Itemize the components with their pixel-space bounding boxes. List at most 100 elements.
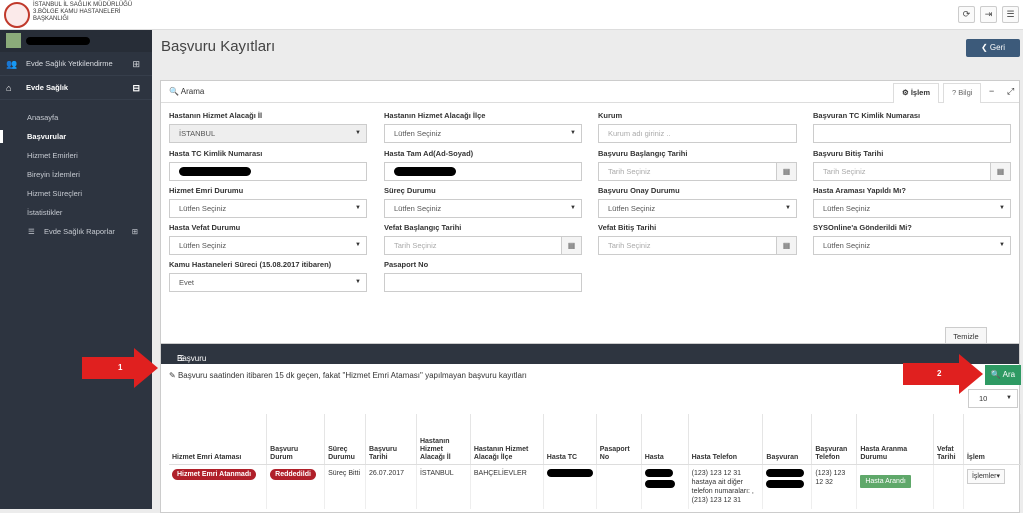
user-bar: [0, 30, 152, 52]
calendar-icon[interactable]: ▦: [776, 163, 796, 180]
date-vefat-bit[interactable]: Tarih Seçiniz ▦: [598, 236, 797, 255]
top-bar: İSTANBUL İL SAĞLIK MÜDÜRLÜĞÜ 3.BÖLGE KAM…: [0, 0, 1023, 30]
col-header[interactable]: Hastanın Hizmet Alacağı İlçe: [470, 414, 544, 465]
annotation-number: 1: [118, 363, 123, 372]
date-bas-baslangic[interactable]: Tarih Seçiniz ▦: [598, 162, 797, 181]
org-line-1: İSTANBUL İL SAĞLIK MÜDÜRLÜĞÜ: [33, 2, 133, 8]
collapse-icon[interactable]: ⊟: [132, 76, 140, 100]
sidebar-item-hizmet-emirleri[interactable]: Hizmet Emirleri: [0, 146, 152, 165]
cell-hasta-tc: [543, 464, 597, 509]
expand-icon[interactable]: ⊞: [132, 222, 138, 241]
sidebar-item-anasayfa[interactable]: Anasayfa: [0, 108, 152, 127]
menu-icon[interactable]: ☰: [1002, 6, 1019, 23]
sidebar-item-bireyin-izlemleri[interactable]: Bireyin İzlemleri: [0, 165, 152, 184]
operations-dropdown[interactable]: İşlemler▾: [966, 468, 1006, 484]
select-aranma[interactable]: Lütfen Seçiniz ▼: [813, 199, 1011, 218]
col-header[interactable]: Başvuru Tarihi: [365, 414, 417, 465]
status-badge: Hasta Arandı: [860, 474, 911, 488]
calendar-icon[interactable]: ▦: [776, 237, 796, 254]
col-header[interactable]: Başvuru Durum: [266, 414, 326, 465]
input-basvuran-tc[interactable]: [813, 124, 1011, 143]
logout-icon[interactable]: ⇥: [980, 6, 997, 23]
search-button[interactable]: 🔍 Ara: [985, 365, 1021, 385]
caret-down-icon: ▼: [570, 205, 576, 211]
label-bas-bitis: Başvuru Bitiş Tarihi: [813, 149, 884, 158]
label-kamu-text: Kamu Hastaneleri Süreci: [169, 260, 258, 269]
refresh-icon[interactable]: ⟳: [958, 6, 975, 23]
col-header[interactable]: Pasaport No: [596, 414, 642, 465]
select-value: Lütfen Seçiniz: [179, 204, 227, 213]
page-size-value: 10: [979, 394, 988, 403]
cell-vefat: [933, 464, 964, 509]
records-notice: ✎ Başvuru saatinden itibaren 15 dk geçen…: [169, 371, 527, 380]
notice-text: Başvuru saatinden itibaren 15 dk geçen, …: [177, 371, 527, 380]
col-header[interactable]: Başvuran: [762, 414, 813, 465]
tab-islem[interactable]: ⚙ İşlem: [893, 83, 939, 103]
avatar: [6, 33, 21, 48]
col-header[interactable]: Hasta: [641, 414, 689, 465]
cell-surec: Süreç Bitti: [324, 464, 367, 509]
tab-bilgi[interactable]: ? Bilgi: [943, 83, 982, 103]
label-hizmet-emri: Hizmet Emri Durumu: [169, 186, 244, 195]
edit-icon: ✎: [169, 371, 178, 380]
label-hasta-tc: Hasta TC Kimlik Numarası: [169, 149, 263, 158]
caret-down-icon: ▼: [570, 130, 576, 136]
select-il[interactable]: İSTANBUL ▼: [169, 124, 367, 143]
calendar-icon[interactable]: ▦: [990, 163, 1010, 180]
search-button-label: Ara: [1002, 370, 1016, 379]
select-kamu[interactable]: Evet ▼: [169, 273, 367, 292]
input-pasaport[interactable]: [384, 273, 582, 292]
select-il-value: İSTANBUL: [179, 129, 216, 138]
cell-hasta: [641, 464, 689, 509]
label-hasta-ad: Hasta Tam Ad(Ad-Soyad): [384, 149, 474, 158]
status-badge: Hizmet Emri Atanmadı: [172, 468, 257, 480]
sidebar-item-istatistikler[interactable]: İstatistikler: [0, 203, 152, 222]
label-kamu: Kamu Hastaneleri Süreci (15.08.2017 itib…: [169, 260, 331, 269]
annotation-arrow-2: 2: [903, 354, 983, 394]
select-surec[interactable]: Lütfen Seçiniz ▼: [384, 199, 582, 218]
calendar-icon[interactable]: ▦: [561, 237, 581, 254]
sidebar-item-label: Evde Sağlık Raporlar: [44, 227, 115, 236]
sidebar-section-evde-saglik[interactable]: ⌂ Evde Sağlık ⊟: [0, 76, 152, 100]
search-panel: 🔍 Arama ⚙ İşlem ? Bilgi − ⤢ Hastanın Hiz…: [160, 80, 1020, 356]
back-arrow-icon: ❮: [980, 43, 990, 52]
label-bas-baslangic: Başvuru Başlangıç Tarihi: [598, 149, 688, 158]
input-hasta-tc[interactable]: [169, 162, 367, 181]
redacted-value: [644, 468, 673, 477]
minimize-icon[interactable]: −: [989, 86, 994, 96]
arrow-body: [82, 357, 136, 379]
col-header[interactable]: Hasta Telefon: [688, 414, 764, 465]
col-header[interactable]: Vefat Tarihi: [933, 414, 964, 465]
sidebar-item-basvurular[interactable]: Başvurular: [0, 127, 152, 146]
select-ilce[interactable]: Lütfen Seçiniz ▼: [384, 124, 582, 143]
label-il: Hastanın Hizmet Alacağı İl: [169, 111, 263, 120]
expand-icon[interactable]: ⤢: [1007, 86, 1014, 97]
sidebar-item-raporlar[interactable]: ☰ Evde Sağlık Raporlar ⊞: [0, 222, 152, 241]
date-bas-bitis[interactable]: Tarih Seçiniz ▦: [813, 162, 1011, 181]
input-kurum[interactable]: Kurum adı giriniz ..: [598, 124, 797, 143]
select-vefat[interactable]: Lütfen Seçiniz ▼: [169, 236, 367, 255]
select-sysonline[interactable]: Lütfen Seçiniz ▼: [813, 236, 1011, 255]
select-hizmet-emri[interactable]: Lütfen Seçiniz ▼: [169, 199, 367, 218]
expand-icon[interactable]: ⊞: [132, 52, 140, 76]
col-header[interactable]: Hasta TC: [543, 414, 597, 465]
col-header[interactable]: Hizmet Emri Ataması: [169, 414, 268, 465]
date-vefat-bas[interactable]: Tarih Seçiniz ▦: [384, 236, 582, 255]
back-button[interactable]: ❮ Geri: [966, 39, 1020, 57]
label-ilce: Hastanın Hizmet Alacağı İlçe: [384, 111, 486, 120]
status-badge: Reddedildi: [270, 468, 316, 480]
records-title-text: Başvuru Kayıtları: [177, 354, 207, 372]
redacted-value: [546, 468, 593, 477]
col-header[interactable]: Hastanın Hizmet Alacağı İl: [416, 414, 471, 465]
col-header[interactable]: Başvuran Telefon: [811, 414, 858, 465]
select-value: Lütfen Seçiniz: [394, 204, 442, 213]
sidebar-item-hizmet-surecleri[interactable]: Hizmet Süreçleri: [0, 184, 152, 203]
col-header[interactable]: Süreç Durumu: [324, 414, 367, 465]
sidebar-section-yetkilendirme[interactable]: 👥 Evde Sağlık Yetkilendirme ⊞: [0, 52, 152, 76]
col-header[interactable]: İşlem: [963, 414, 1022, 465]
select-onay[interactable]: Lütfen Seçiniz ▼: [598, 199, 797, 218]
input-hasta-ad[interactable]: [384, 162, 582, 181]
redacted-value: [766, 479, 805, 488]
select-value: Lütfen Seçiniz: [179, 241, 227, 250]
col-header[interactable]: Hasta Aranma Durumu: [856, 414, 935, 465]
